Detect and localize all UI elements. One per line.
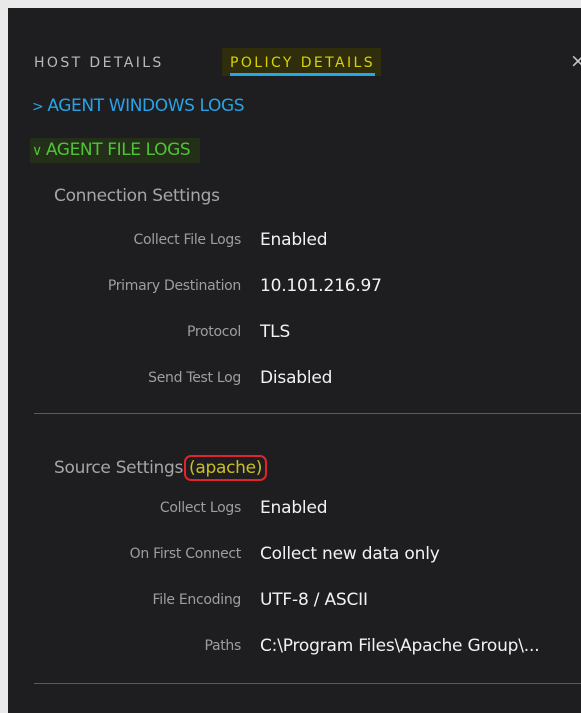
setting-value: Enabled: [260, 498, 328, 518]
source-settings-label: Source Settings: [54, 458, 184, 478]
setting-value: TLS: [260, 322, 291, 342]
setting-row-primary-destination: Primary Destination 10.101.216.97: [8, 276, 581, 298]
divider: [34, 683, 581, 684]
setting-value: UTF-8 / ASCII: [260, 590, 368, 610]
divider: [34, 413, 581, 414]
setting-row-protocol: Protocol TLS: [8, 322, 581, 344]
setting-row-collect-file-logs: Collect File Logs Enabled: [8, 230, 581, 252]
tab-bar: HOST DETAILS POLICY DETAILS: [8, 48, 581, 82]
setting-label: Collect File Logs: [133, 232, 242, 248]
tab-policy-details-label: POLICY DETAILS: [230, 55, 376, 71]
setting-label: Protocol: [186, 324, 241, 340]
policy-details-panel: HOST DETAILS POLICY DETAILS × > AGENT WIN…: [8, 8, 581, 713]
setting-label: File Encoding: [152, 592, 242, 608]
setting-value: Collect new data only: [260, 544, 440, 564]
section-agent-file-logs[interactable]: ∨ AGENT FILE LOGS: [30, 138, 201, 163]
setting-label: Paths: [204, 638, 241, 654]
setting-value: C:\Program Files\Apache Group\...: [260, 636, 540, 656]
chevron-down-icon: ∨: [32, 143, 42, 159]
chevron-right-icon: >: [32, 99, 44, 115]
section-label: AGENT FILE LOGS: [45, 140, 191, 160]
setting-label: Send Test Log: [148, 370, 241, 386]
setting-value: Disabled: [260, 368, 333, 388]
active-tab-indicator: [230, 73, 376, 76]
setting-row-send-test-log: Send Test Log Disabled: [8, 368, 581, 390]
setting-value: 10.101.216.97: [260, 276, 382, 296]
setting-row-collect-logs: Collect Logs Enabled: [8, 498, 581, 520]
source-settings-title: Source Settings (apache): [54, 455, 268, 481]
setting-label: Collect Logs: [159, 500, 241, 516]
tab-policy-details[interactable]: POLICY DETAILS: [222, 48, 382, 76]
setting-value: Enabled: [260, 230, 328, 250]
source-name-highlight: (apache): [184, 455, 268, 481]
setting-row-on-first-connect: On First Connect Collect new data only: [8, 544, 581, 566]
section-label: AGENT WINDOWS LOGS: [47, 96, 245, 116]
setting-label: Primary Destination: [107, 278, 241, 294]
section-agent-windows-logs[interactable]: > AGENT WINDOWS LOGS: [32, 96, 245, 116]
tab-host-details[interactable]: HOST DETAILS: [34, 55, 164, 71]
close-icon[interactable]: ×: [570, 52, 581, 71]
setting-label: On First Connect: [129, 546, 242, 562]
setting-row-file-encoding: File Encoding UTF-8 / ASCII: [8, 590, 581, 612]
setting-row-paths: Paths C:\Program Files\Apache Group\...: [8, 636, 581, 658]
connection-settings-title: Connection Settings: [54, 186, 220, 206]
